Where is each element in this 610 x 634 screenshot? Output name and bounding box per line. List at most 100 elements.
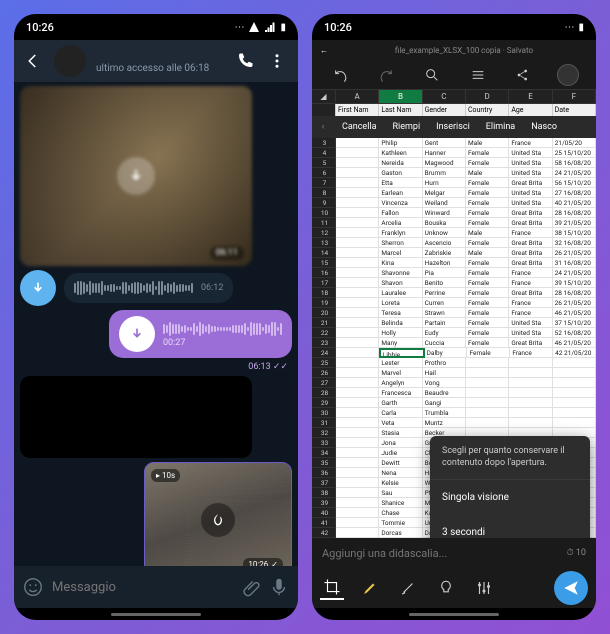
table-row[interactable]: 3PhilipGentMaleFrance21/05/20 (312, 138, 596, 148)
ctx-fill[interactable]: Riempi (384, 122, 428, 132)
message-time: 06:11 (210, 246, 244, 260)
table-row[interactable]: 21BelindaPartainFemaleUnited Sta37 15/10… (312, 318, 596, 328)
message-time: 06:13 ✓✓ (24, 362, 288, 372)
table-row[interactable]: 28FrancescaBeaudre (312, 388, 596, 398)
spreadsheet-grid[interactable]: 3PhilipGentMaleFrance21/05/204KathleenHa… (312, 138, 596, 538)
table-row[interactable]: 4KathleenHannerFemaleUnited Sta25 15/10/… (312, 148, 596, 158)
popup-opt-3s[interactable]: 3 secondi (430, 515, 590, 538)
col-e[interactable]: E (509, 90, 552, 103)
image-message[interactable]: 06:11 (20, 86, 252, 266)
file-title: file_example_XLSX_100 copia · Salvato (340, 46, 588, 55)
table-row[interactable]: 10FallonWinwardFemaleGreat Brita28 16/08… (312, 208, 596, 218)
col-b[interactable]: B (379, 90, 422, 103)
call-button[interactable] (234, 52, 256, 70)
mic-button[interactable] (268, 576, 290, 598)
crop-tool[interactable] (320, 576, 344, 600)
message-input-bar (14, 566, 298, 608)
messages-area[interactable]: 06:11 06:12 00:27 06:13 ✓✓ ▸ 10s 10 (14, 82, 298, 566)
table-row[interactable]: 15KinaHazeltonFemaleGreat Brita31 16/08/… (312, 258, 596, 268)
table-row[interactable]: 24LibbieDalbyFemaleFrance42 21/05/20 (312, 348, 596, 358)
voice-message-in[interactable]: 06:12 (20, 270, 292, 306)
table-row[interactable]: 23ManyCucciaFemaleGreat Brita46 21/05/20 (312, 338, 596, 348)
table-row[interactable]: 5NereidaMagwoodFemaleUnited Sta58 16/08/… (312, 158, 596, 168)
ctx-delete[interactable]: Elimina (478, 122, 523, 132)
table-row[interactable]: 7EttaHurnFemaleGreat Brita56 15/10/20 (312, 178, 596, 188)
table-row[interactable]: 13SherronAscencioFemaleGreat Brita32 16/… (312, 238, 596, 248)
table-row[interactable]: 18LauraleePerrineFemaleGreat Brita28 16/… (312, 288, 596, 298)
idea-tool[interactable] (434, 576, 458, 600)
status-time: 10:26 (26, 21, 234, 34)
search-button[interactable] (420, 63, 444, 87)
attach-button[interactable] (238, 576, 260, 598)
voice-message-out[interactable]: 00:27 (20, 310, 292, 358)
fire-icon (201, 503, 235, 537)
table-row[interactable]: 19LoretaCurrenFemaleFrance26 21/05/20 (312, 298, 596, 308)
voice-duration: 00:27 (163, 338, 282, 348)
undo-button[interactable] (329, 63, 353, 87)
col-f[interactable]: F (553, 90, 596, 103)
table-row[interactable]: 8EarleanMelgarFemaleUnited Sta27 16/08/2… (312, 188, 596, 198)
table-headers: First Nam Last Nam Gender Country Age Da… (312, 104, 596, 116)
status-bar: 10:26 ⋯ ▮ (14, 14, 298, 40)
emoji-button[interactable] (22, 576, 44, 598)
table-row[interactable]: 14MarcelZabriskieMaleGreat Brita26 21/05… (312, 248, 596, 258)
nav-bar (14, 608, 298, 620)
download-icon[interactable] (119, 316, 155, 352)
popup-opt-single[interactable]: Singola visione (430, 480, 590, 515)
excel-phone: 10:26 ⋯▮ ← file_example_XLSX_100 copia ·… (312, 14, 596, 620)
status-icons: ⋯ ▮ (234, 21, 286, 33)
download-icon[interactable] (20, 270, 56, 306)
col-c[interactable]: C (423, 90, 466, 103)
table-row[interactable]: 31VetaMuntz (312, 418, 596, 428)
menu-prev[interactable]: ‹ (312, 122, 334, 132)
table-row[interactable]: 11ArceliaBouskaFemaleGreat Brita39 21/05… (312, 218, 596, 228)
black-message[interactable] (20, 376, 252, 458)
message-input[interactable] (52, 580, 230, 595)
caption-input[interactable] (322, 547, 567, 560)
disappearing-media[interactable]: ▸ 10s 10:26✓ (144, 462, 292, 566)
chat-avatar[interactable] (54, 45, 86, 77)
nav-bar (312, 608, 596, 620)
col-a[interactable]: A (336, 90, 379, 103)
back-button[interactable] (24, 52, 44, 70)
more-button[interactable] (266, 52, 288, 70)
file-title-bar: ← file_example_XLSX_100 copia · Salvato (312, 40, 596, 60)
chat-header: ultimo accesso alle 06:18 (14, 40, 298, 82)
back-button[interactable]: ← (320, 46, 334, 55)
share-button[interactable] (511, 63, 535, 87)
table-row[interactable]: 12FranklynUnknowMaleFrance38 15/10/20 (312, 228, 596, 238)
adjust-tool[interactable] (472, 576, 496, 600)
bottom-toolbar (312, 568, 596, 608)
table-row[interactable]: 29GarthGangi (312, 398, 596, 408)
battery-icon: ▮ (280, 22, 286, 33)
corner-cell[interactable]: ◢ (312, 90, 336, 103)
ctx-cancel[interactable]: Cancella (334, 122, 384, 132)
highlight-tool[interactable] (358, 576, 382, 600)
col-d[interactable]: D (466, 90, 509, 103)
table-row[interactable]: 6GastonBrummMaleUnited Sta24 21/05/20 (312, 168, 596, 178)
table-row[interactable]: 27AngelynVong (312, 378, 596, 388)
table-row[interactable]: 30CarlaTrumbla (312, 408, 596, 418)
send-button[interactable] (554, 571, 588, 605)
voice-duration: 06:12 (201, 283, 223, 293)
table-row[interactable]: 20TeresaStrawnFemaleFrance46 21/05/20 (312, 308, 596, 318)
telegram-phone: 10:26 ⋯ ▮ ultimo accesso alle 06:18 06:1… (14, 14, 298, 620)
brush-tool[interactable] (396, 576, 420, 600)
contact-name (96, 49, 224, 63)
table-row[interactable]: 17ShavonBenitoFemaleFrance39 15/10/20 (312, 278, 596, 288)
account-avatar[interactable] (557, 64, 579, 86)
table-row[interactable]: 26MarvelHail (312, 368, 596, 378)
ctx-insert[interactable]: Inserisci (428, 122, 478, 132)
menu-button[interactable] (466, 63, 490, 87)
table-row[interactable]: 22HollyEudyFemaleUnited Sta52 16/08/20 (312, 328, 596, 338)
ctx-hide[interactable]: Nasco (523, 122, 565, 132)
retention-popup: Scegli per quanto conservare il contenut… (430, 436, 590, 538)
redo-button[interactable] (374, 63, 398, 87)
toolbar (312, 60, 596, 90)
table-row[interactable]: 25LesterProthro (312, 358, 596, 368)
column-headers: ◢ A B C D E F (312, 90, 596, 104)
download-icon[interactable] (117, 157, 155, 195)
timer-label[interactable]: ⏱ 10 (567, 548, 586, 558)
table-row[interactable]: 16ShavonnePiaFemaleFrance24 21/05/20 (312, 268, 596, 278)
table-row[interactable]: 9VincenzaWeilandFemaleUnited Sta40 21/05… (312, 198, 596, 208)
